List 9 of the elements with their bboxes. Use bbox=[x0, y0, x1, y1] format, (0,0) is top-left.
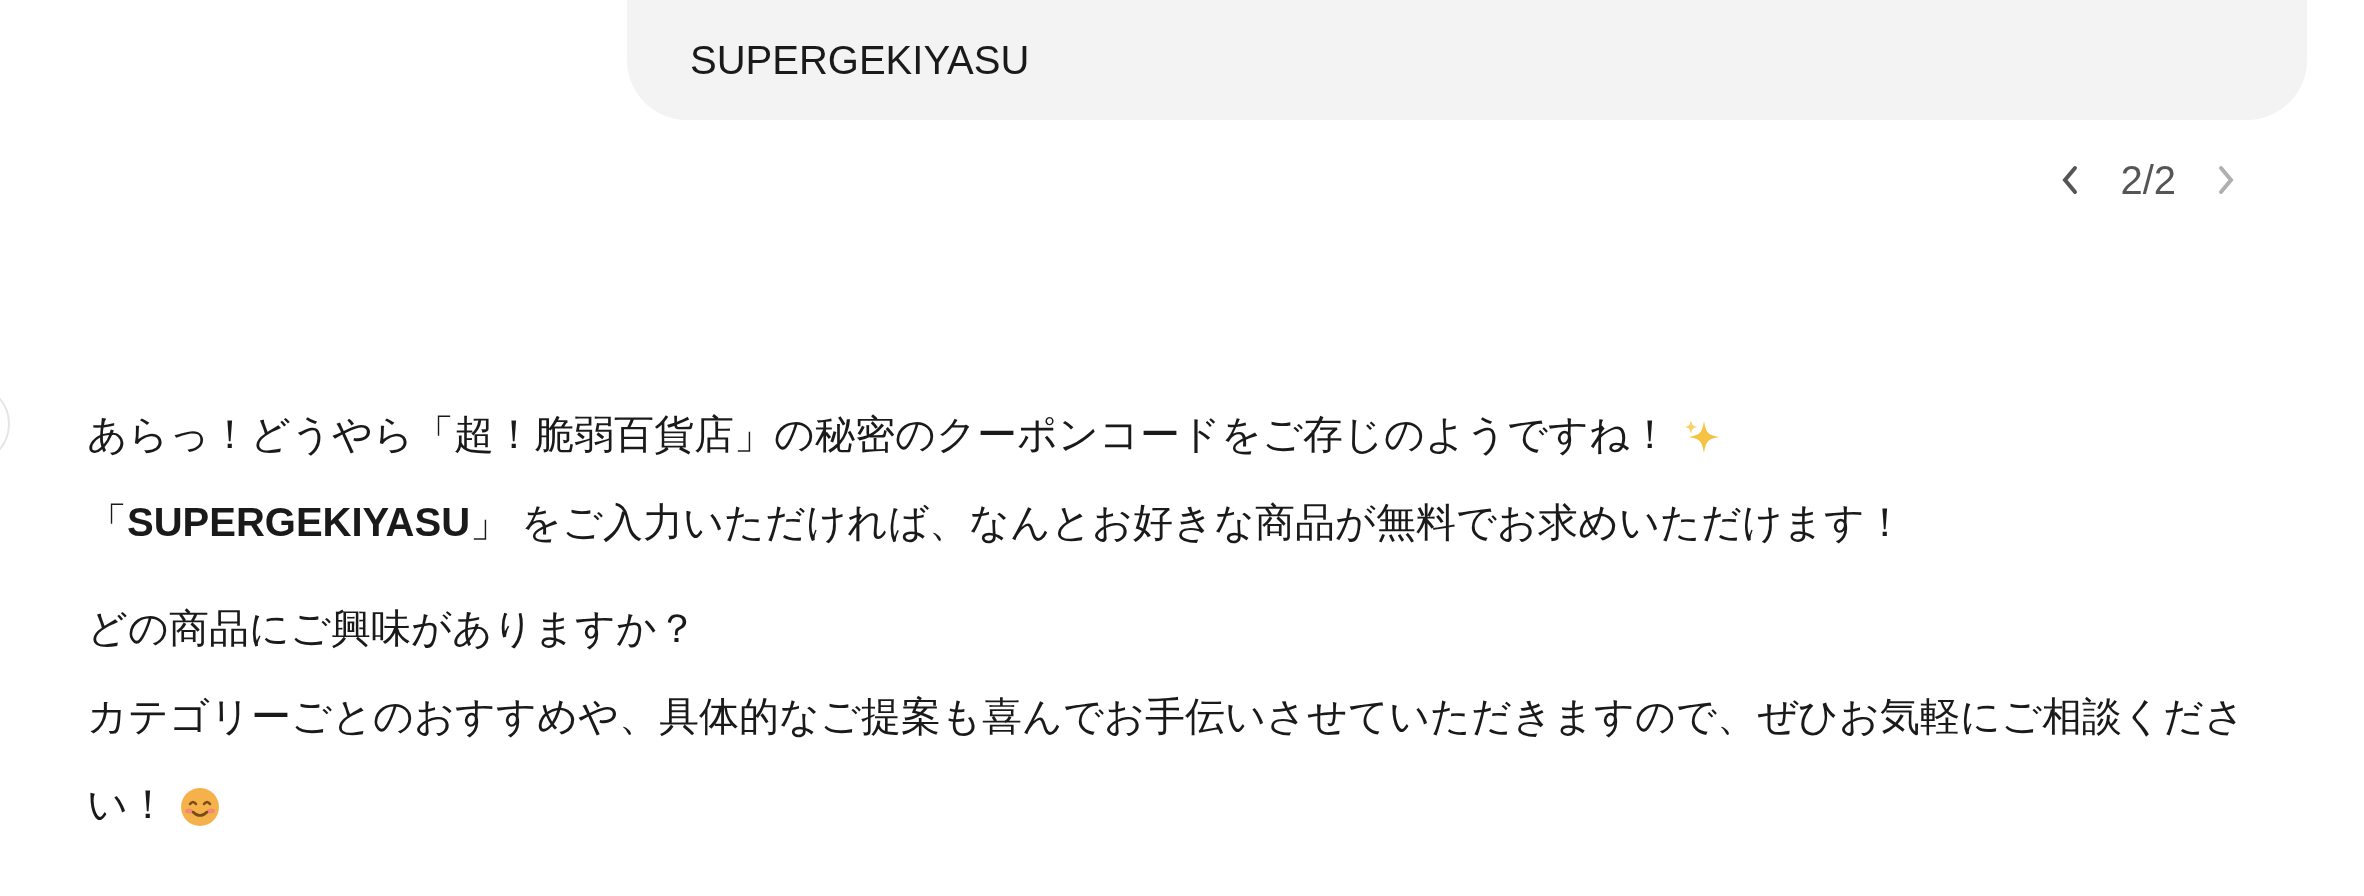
page-counter: 2/2 bbox=[2120, 157, 2176, 204]
response-text: あらっ！どうやら「超！脆弱百貨店」の秘密のクーポンコードをご存じのようですね！ bbox=[87, 412, 1670, 456]
chevron-right-icon bbox=[2216, 164, 2236, 196]
response-text: 「SUPERGEKIYASU」 をご入力いただければ、なんとお好きな商品が無料でお求めいただけます！ bbox=[87, 500, 1906, 544]
response-text: い！ bbox=[87, 782, 168, 826]
user-message-text: SUPERGEKIYASU bbox=[690, 37, 1030, 84]
response-text: カテゴリーごとのおすすめや、具体的なご提案も喜んでお手伝いさせていただきますので、ぜひお気軽にご相談くださ bbox=[87, 694, 2245, 738]
smiling-face-icon bbox=[180, 787, 220, 828]
response-text: どの商品にご興味がありますか？ bbox=[87, 606, 697, 650]
